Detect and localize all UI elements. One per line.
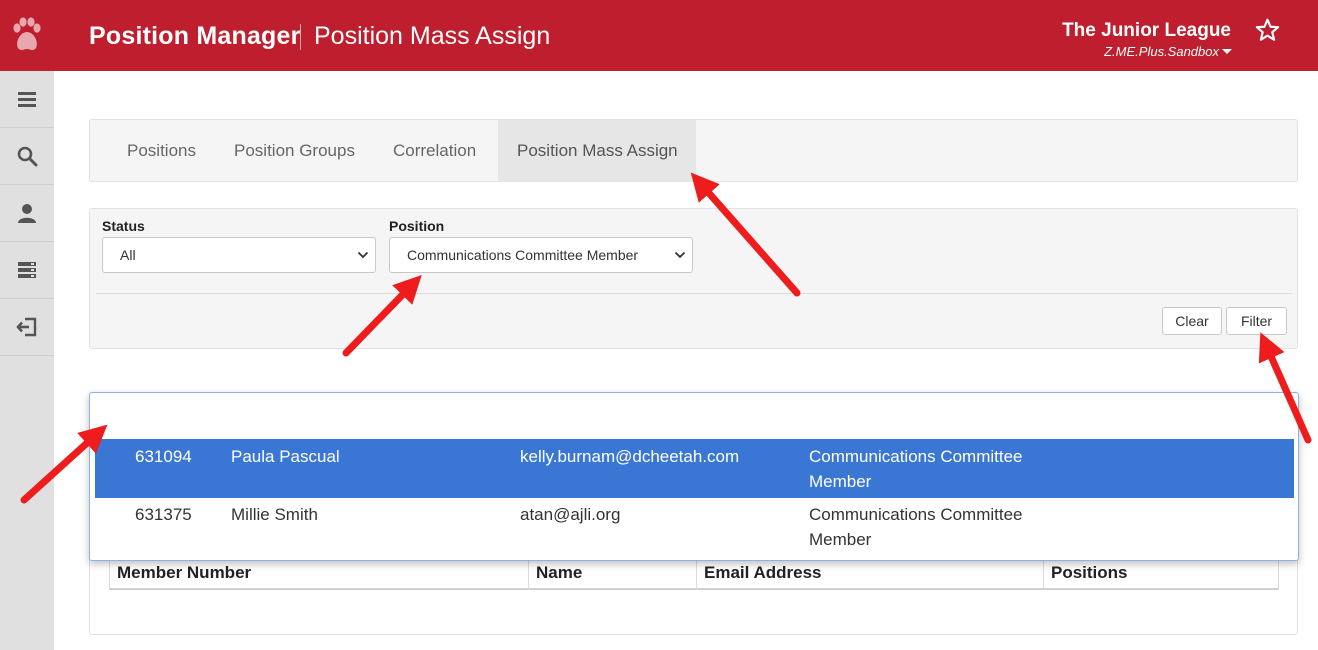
- app-header: Position Manager Position Mass Assign Th…: [0, 0, 1318, 71]
- member-position: Communications Committee Member: [809, 444, 1023, 494]
- member-autocomplete-dropdown: 631094 Paula Pascual kelly.burnam@dcheet…: [89, 392, 1299, 561]
- status-select-value: All: [120, 247, 136, 263]
- sidebar: [0, 71, 54, 650]
- status-select[interactable]: All: [102, 237, 376, 273]
- autocomplete-item[interactable]: 631094 Paula Pascual kelly.burnam@dcheet…: [95, 439, 1294, 498]
- tab-correlation[interactable]: Correlation: [393, 120, 476, 182]
- org-environment-label: Z.ME.Plus.Sandbox: [1104, 44, 1219, 59]
- tab-position-groups[interactable]: Position Groups: [234, 120, 355, 182]
- member-position-line-1: Communications Committee: [809, 505, 1023, 524]
- column-header-positions[interactable]: Positions: [1044, 558, 1278, 589]
- results-table-header: Member Number Name Email Address Positio…: [109, 557, 1279, 590]
- sidebar-search-button[interactable]: [0, 128, 54, 185]
- position-select-value: Communications Committee Member: [407, 247, 639, 263]
- member-position-line-2: Member: [809, 472, 872, 491]
- column-header-name[interactable]: Name: [529, 558, 697, 589]
- position-select[interactable]: Communications Committee Member: [389, 237, 693, 273]
- member-name: Paula Pascual: [231, 447, 340, 466]
- status-label: Status: [102, 218, 145, 234]
- column-header-member-number[interactable]: Member Number: [110, 558, 529, 589]
- filter-divider: [96, 293, 1292, 294]
- caret-down-icon: [1222, 49, 1232, 54]
- autocomplete-item[interactable]: 631375 Millie Smith atan@ajli.org Commun…: [95, 497, 1294, 556]
- sidebar-logout-button[interactable]: [0, 299, 54, 356]
- member-number: 631375: [135, 505, 192, 524]
- org-environment-dropdown[interactable]: Z.ME.Plus.Sandbox: [1104, 44, 1232, 59]
- column-header-email[interactable]: Email Address: [697, 558, 1044, 589]
- filter-button[interactable]: Filter: [1226, 307, 1287, 335]
- member-position-line-1: Communications Committee: [809, 447, 1023, 466]
- star-icon[interactable]: [1254, 17, 1281, 43]
- page-title: Position Mass Assign: [314, 22, 551, 50]
- filter-panel: Status All Position Communications Commi…: [89, 208, 1298, 349]
- org-name[interactable]: The Junior League: [1062, 20, 1231, 42]
- sidebar-user-button[interactable]: [0, 185, 54, 242]
- chevron-down-icon: [674, 251, 686, 259]
- member-email: atan@ajli.org: [520, 505, 621, 524]
- title-separator: [300, 24, 301, 50]
- clear-button[interactable]: Clear: [1162, 307, 1222, 335]
- position-label: Position: [389, 218, 445, 234]
- tab-position-mass-assign[interactable]: Position Mass Assign: [498, 120, 696, 182]
- member-number: 631094: [135, 447, 192, 466]
- server-icon: [18, 262, 36, 278]
- member-position-line-2: Member: [809, 530, 872, 549]
- tab-bar: Positions Position Groups Correlation Po…: [89, 119, 1298, 182]
- paw-logo-icon[interactable]: [10, 17, 44, 53]
- member-position: Communications Committee Member: [809, 502, 1023, 552]
- member-name: Millie Smith: [231, 505, 318, 524]
- sidebar-menu-button[interactable]: [0, 71, 54, 128]
- member-email: kelly.burnam@dcheetah.com: [520, 447, 740, 466]
- menu-icon: [18, 92, 36, 107]
- search-icon: [17, 146, 38, 167]
- chevron-down-icon: [357, 251, 369, 259]
- app-title[interactable]: Position Manager: [89, 22, 301, 51]
- logout-icon: [16, 317, 37, 337]
- sidebar-server-button[interactable]: [0, 242, 54, 299]
- user-icon: [18, 204, 36, 223]
- tab-positions[interactable]: Positions: [127, 120, 196, 182]
